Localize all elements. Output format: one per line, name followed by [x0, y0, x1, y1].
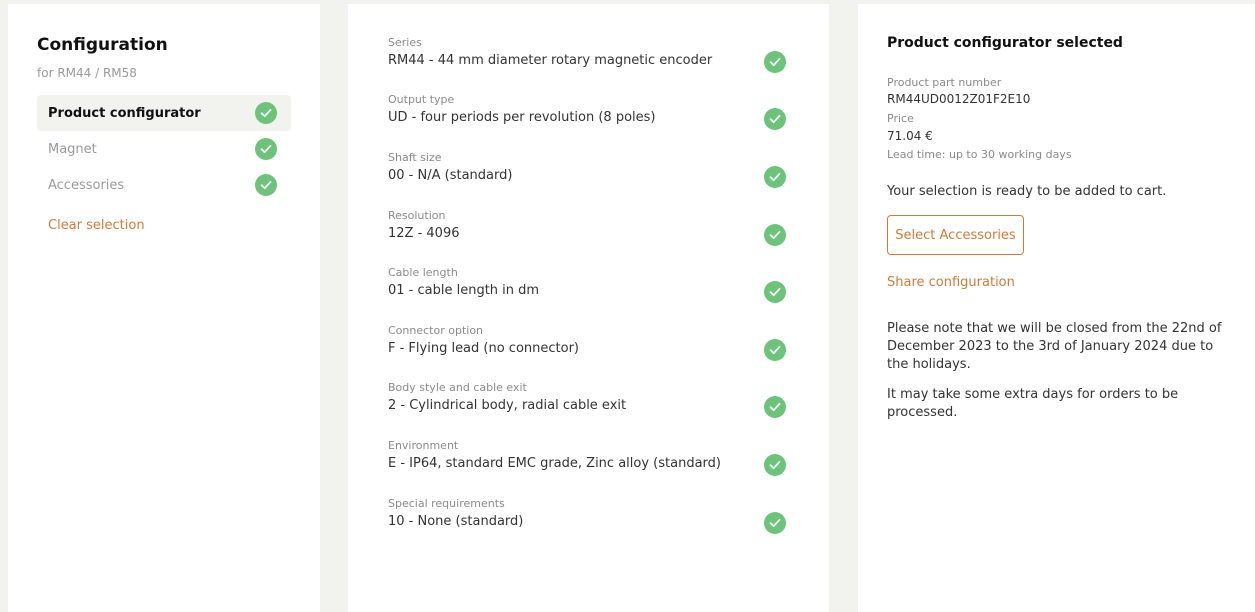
- option-cable-length[interactable]: Cable length 01 - cable length in dm: [388, 266, 788, 306]
- step-accessories[interactable]: Accessories: [37, 167, 291, 203]
- configuration-sidebar: Configuration for RM44 / RM58 Product co…: [8, 4, 320, 612]
- option-value: F - Flying lead (no connector): [388, 341, 580, 356]
- check-icon: [764, 454, 786, 476]
- summary-panel: Product configurator selected Product pa…: [858, 4, 1255, 612]
- option-value: 10 - None (standard): [388, 514, 524, 529]
- step-product-configurator[interactable]: Product configurator: [37, 95, 291, 131]
- step-label: Product configurator: [48, 105, 201, 121]
- option-value: UD - four periods per revolution (8 pole…: [388, 110, 656, 125]
- option-series[interactable]: Series RM44 - 44 mm diameter rotary magn…: [388, 36, 788, 76]
- price-label: Price: [887, 112, 914, 125]
- share-configuration-link[interactable]: Share configuration: [887, 275, 1015, 290]
- summary-title: Product configurator selected: [887, 35, 1123, 51]
- check-icon: [764, 166, 786, 188]
- option-label: Shaft size: [388, 151, 442, 164]
- select-accessories-button[interactable]: Select Accessories: [887, 215, 1024, 255]
- part-number-label: Product part number: [887, 76, 1002, 89]
- clear-selection-link[interactable]: Clear selection: [48, 218, 145, 233]
- check-icon: [764, 396, 786, 418]
- option-value: 12Z - 4096: [388, 226, 460, 241]
- check-icon: [764, 51, 786, 73]
- price-value: 71.04 €: [887, 129, 933, 143]
- option-value: 00 - N/A (standard): [388, 168, 513, 183]
- check-icon: [764, 224, 786, 246]
- sidebar-subtitle: for RM44 / RM58: [37, 66, 137, 80]
- option-value: 2 - Cylindrical body, radial cable exit: [388, 398, 627, 413]
- part-number: RM44UD0012Z01F2E10: [887, 92, 1031, 106]
- option-label: Special requirements: [388, 497, 505, 510]
- options-panel: Series RM44 - 44 mm diameter rotary magn…: [348, 4, 829, 612]
- option-value: RM44 - 44 mm diameter rotary magnetic en…: [388, 53, 713, 68]
- option-label: Connector option: [388, 324, 484, 337]
- option-output-type[interactable]: Output type UD - four periods per revolu…: [388, 93, 788, 133]
- option-label: Environment: [388, 439, 459, 452]
- option-label: Output type: [388, 93, 455, 106]
- option-label: Resolution: [388, 209, 446, 222]
- ready-message: Your selection is ready to be added to c…: [887, 184, 1167, 199]
- option-shaft-size[interactable]: Shaft size 00 - N/A (standard): [388, 151, 788, 191]
- option-environment[interactable]: Environment E - IP64, standard EMC grade…: [388, 439, 788, 479]
- option-label: Cable length: [388, 266, 458, 279]
- option-special-requirements[interactable]: Special requirements 10 - None (standard…: [388, 497, 788, 537]
- lead-time: Lead time: up to 30 working days: [887, 148, 1072, 161]
- step-label: Accessories: [48, 177, 125, 193]
- option-label: Series: [388, 36, 422, 49]
- check-icon: [764, 281, 786, 303]
- check-icon: [255, 174, 277, 196]
- option-value: E - IP64, standard EMC grade, Zinc alloy…: [388, 456, 721, 471]
- processing-notice: It may take some extra days for orders t…: [887, 387, 1179, 420]
- step-magnet[interactable]: Magnet: [37, 131, 291, 167]
- check-icon: [764, 108, 786, 130]
- sidebar-title: Configuration: [37, 35, 168, 55]
- step-label: Magnet: [48, 141, 97, 157]
- check-icon: [255, 102, 277, 124]
- option-connector[interactable]: Connector option F - Flying lead (no con…: [388, 324, 788, 364]
- check-icon: [255, 138, 277, 160]
- check-icon: [764, 512, 786, 534]
- option-resolution[interactable]: Resolution 12Z - 4096: [388, 209, 788, 249]
- option-value: 01 - cable length in dm: [388, 283, 540, 298]
- check-icon: [764, 339, 786, 361]
- option-label: Body style and cable exit: [388, 381, 527, 394]
- holiday-notice: Please note that we will be closed from …: [887, 321, 1222, 372]
- option-body-style[interactable]: Body style and cable exit 2 - Cylindrica…: [388, 381, 788, 421]
